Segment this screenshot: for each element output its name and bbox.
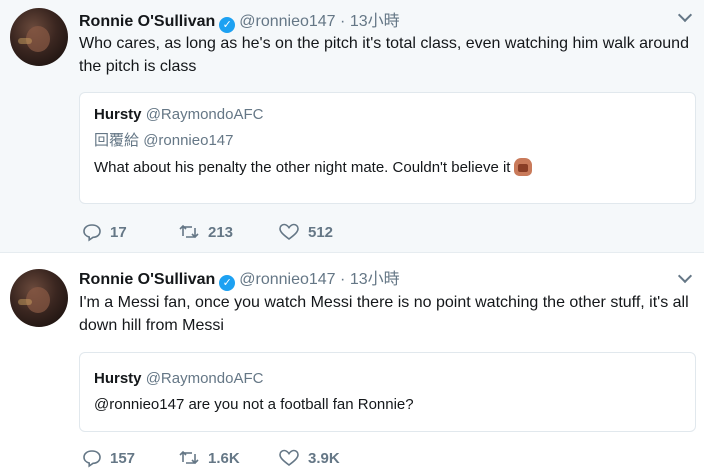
- author-name[interactable]: Ronnie O'Sullivan: [79, 271, 215, 288]
- tweet-2[interactable]: Ronnie O'Sullivan ✓ @ronnieo147 · 13小時 I'm…: [0, 253, 704, 475]
- retweet-button[interactable]: 213: [178, 222, 233, 242]
- author-handle[interactable]: @ronnieo147: [239, 13, 335, 30]
- quote-text: @ronnieo147 are you not a football fan R…: [94, 396, 414, 413]
- reply-count: 157: [110, 449, 136, 467]
- heart-icon: [279, 223, 299, 241]
- tweet-header: Ronnie O'Sullivan ✓ @ronnieo147 · 13小時: [79, 7, 400, 33]
- quote-author-handle: @RaymondoAFC: [145, 106, 264, 123]
- reply-icon: [83, 450, 101, 468]
- quote-reply-to: @ronnieo147: [143, 132, 234, 149]
- retweet-count: 213: [208, 223, 234, 241]
- quoted-tweet[interactable]: Hursty @RaymondoAFC 回覆給 @ronnieo147 What…: [79, 92, 696, 204]
- quote-reply-label: 回覆給: [94, 132, 140, 149]
- chevron-down-icon[interactable]: [677, 268, 693, 284]
- avatar[interactable]: [10, 269, 68, 327]
- like-button[interactable]: 512: [278, 222, 333, 242]
- reply-button[interactable]: 17: [82, 222, 127, 242]
- quote-author-name: Hursty: [94, 370, 142, 387]
- separator: ·: [340, 271, 346, 288]
- verified-badge-icon: ✓: [219, 275, 236, 291]
- timestamp[interactable]: 13小時: [350, 271, 400, 288]
- chevron-down-icon[interactable]: [677, 7, 693, 23]
- retweet-count: 1.6K: [208, 449, 240, 467]
- tweet-header: Ronnie O'Sullivan ✓ @ronnieo147 · 13小時: [79, 265, 400, 291]
- quote-author-name: Hursty: [94, 106, 142, 123]
- quote-text: What about his penalty the other night m…: [94, 159, 511, 176]
- author-name[interactable]: Ronnie O'Sullivan: [79, 13, 215, 30]
- quote-author-handle: @RaymondoAFC: [145, 370, 264, 387]
- tweet-text: Who cares, as long as he's on the pitch …: [79, 35, 689, 75]
- retweet-button[interactable]: 1.6K: [178, 448, 240, 468]
- tweet-1[interactable]: Ronnie O'Sullivan ✓ @ronnieo147 · 13小時 Who…: [0, 0, 704, 253]
- retweet-icon: [179, 224, 199, 239]
- retweet-icon: [179, 450, 199, 465]
- tweet-text: I'm a Messi fan, once you watch Messi th…: [79, 294, 689, 334]
- reply-button[interactable]: 157: [82, 448, 135, 468]
- author-handle[interactable]: @ronnieo147: [239, 271, 335, 288]
- verified-badge-icon: ✓: [219, 17, 236, 33]
- reply-count: 17: [110, 223, 127, 241]
- grimace-emoji-icon: [514, 158, 533, 176]
- heart-icon: [279, 449, 299, 467]
- timestamp[interactable]: 13小時: [350, 13, 400, 30]
- avatar-detail: [18, 38, 32, 44]
- like-count: 512: [308, 223, 334, 241]
- avatar[interactable]: [10, 8, 68, 66]
- reply-icon: [83, 224, 101, 242]
- avatar-detail: [18, 299, 32, 305]
- like-count: 3.9K: [308, 449, 340, 467]
- quoted-tweet[interactable]: Hursty @RaymondoAFC @ronnieo147 are you …: [79, 352, 696, 432]
- like-button[interactable]: 3.9K: [278, 448, 340, 468]
- separator: ·: [340, 13, 346, 30]
